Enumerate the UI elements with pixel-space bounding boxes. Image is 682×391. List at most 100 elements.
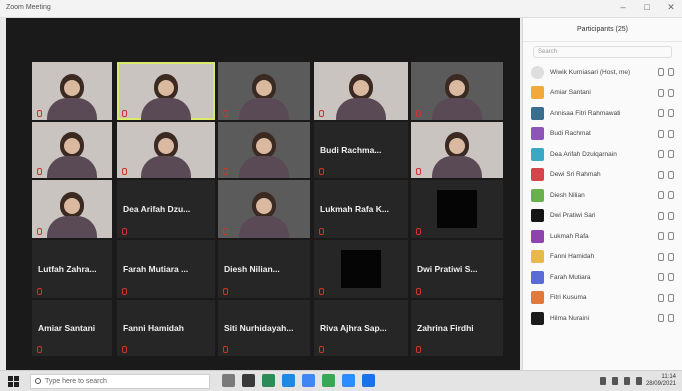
camera-icon[interactable] bbox=[668, 293, 674, 302]
mic-icon[interactable] bbox=[658, 293, 664, 302]
muted-mic-icon bbox=[416, 110, 421, 117]
close-icon[interactable]: ✕ bbox=[664, 2, 678, 13]
name-tile[interactable]: Amiar Santani bbox=[32, 300, 112, 356]
participant-search-input[interactable]: Search bbox=[533, 46, 672, 58]
muted-mic-icon bbox=[223, 288, 228, 295]
name-tile[interactable]: Farah Mutiara ... bbox=[117, 240, 215, 298]
taskbar-app-icon[interactable] bbox=[362, 374, 375, 387]
camera-icon[interactable] bbox=[668, 129, 674, 138]
tray-icon[interactable] bbox=[600, 377, 606, 385]
participant-row[interactable]: Hilma Nuraini bbox=[523, 308, 682, 329]
mic-icon[interactable] bbox=[658, 88, 664, 97]
name-tile[interactable]: Dwi Pratiwi S... bbox=[411, 240, 503, 298]
taskbar: Type here to search 11:14 28/09/2021 bbox=[0, 370, 682, 391]
camera-icon[interactable] bbox=[668, 88, 674, 97]
video-tile[interactable] bbox=[218, 62, 310, 120]
mic-icon[interactable] bbox=[658, 68, 664, 77]
video-tile[interactable] bbox=[117, 122, 215, 178]
participant-name: Amiar Santani bbox=[38, 323, 96, 333]
name-tile[interactable]: Diesh Nilian... bbox=[218, 240, 310, 298]
participant-video bbox=[47, 74, 97, 120]
participant-row[interactable]: Lukmah Rafa bbox=[523, 226, 682, 247]
camera-icon[interactable] bbox=[668, 252, 674, 261]
mic-icon[interactable] bbox=[658, 314, 664, 323]
taskbar-app-icon[interactable] bbox=[242, 374, 255, 387]
camera-icon[interactable] bbox=[668, 68, 674, 77]
muted-mic-icon bbox=[223, 228, 228, 235]
app-window: Zoom Meeting – □ ✕ Budi Rachma... Dea Ari… bbox=[0, 0, 682, 391]
mic-icon[interactable] bbox=[658, 273, 664, 282]
mic-icon[interactable] bbox=[658, 129, 664, 138]
participant-row[interactable]: Annisaa Fitri Rahmawati bbox=[523, 103, 682, 124]
participant-row[interactable]: Budi Rachmat bbox=[523, 124, 682, 145]
camera-icon[interactable] bbox=[668, 211, 674, 220]
video-tile[interactable] bbox=[314, 62, 408, 120]
taskbar-app-icon[interactable] bbox=[322, 374, 335, 387]
participant-row[interactable]: Wiwik Kurniasari (Host, me) bbox=[523, 62, 682, 83]
taskbar-app-icon[interactable] bbox=[302, 374, 315, 387]
minimize-icon[interactable]: – bbox=[616, 2, 630, 13]
camera-icon[interactable] bbox=[668, 170, 674, 179]
avatar bbox=[531, 86, 544, 100]
taskbar-app-icon[interactable] bbox=[222, 374, 235, 387]
name-tile[interactable]: Budi Rachma... bbox=[314, 122, 408, 178]
participant-row[interactable]: Farah Mutiara bbox=[523, 267, 682, 288]
avatar bbox=[531, 188, 544, 202]
participant-video bbox=[432, 132, 482, 178]
volume-icon[interactable] bbox=[624, 377, 630, 385]
system-tray bbox=[600, 377, 642, 385]
name-tile[interactable]: Riva Ajhra Sap... bbox=[314, 300, 408, 356]
mic-icon[interactable] bbox=[658, 191, 664, 200]
participant-row[interactable]: Diesh Nilian bbox=[523, 185, 682, 206]
video-tile[interactable] bbox=[218, 122, 310, 178]
notification-icon[interactable] bbox=[636, 377, 642, 385]
video-tile[interactable] bbox=[411, 180, 503, 238]
name-tile[interactable]: Lukmah Rafa K... bbox=[314, 180, 408, 238]
name-tile[interactable]: Siti Nurhidayah... bbox=[218, 300, 310, 356]
participant-row[interactable]: Dea Arifah Dzulqarnain bbox=[523, 144, 682, 165]
mic-icon[interactable] bbox=[658, 109, 664, 118]
camera-icon[interactable] bbox=[668, 232, 674, 241]
muted-mic-icon bbox=[37, 228, 42, 235]
taskbar-search-input[interactable]: Type here to search bbox=[30, 374, 210, 389]
taskbar-app-icon[interactable] bbox=[342, 374, 355, 387]
participant-row[interactable]: Dewi Sri Rahmah bbox=[523, 165, 682, 186]
participant-name: Farah Mutiara ... bbox=[123, 264, 189, 274]
camera-icon[interactable] bbox=[668, 273, 674, 282]
windows-start-icon[interactable] bbox=[8, 376, 19, 387]
mic-icon[interactable] bbox=[658, 232, 664, 241]
clock[interactable]: 11:14 28/09/2021 bbox=[646, 374, 676, 388]
mic-icon[interactable] bbox=[658, 252, 664, 261]
video-tile[interactable] bbox=[117, 62, 215, 120]
mic-icon[interactable] bbox=[658, 150, 664, 159]
taskbar-app-icon[interactable] bbox=[262, 374, 275, 387]
camera-icon[interactable] bbox=[668, 150, 674, 159]
video-tile[interactable] bbox=[32, 62, 112, 120]
participant-row[interactable]: Fanni Hamidah bbox=[523, 247, 682, 268]
video-tile[interactable] bbox=[411, 62, 503, 120]
name-tile[interactable]: Lutfah Zahra... bbox=[32, 240, 112, 298]
camera-off-video bbox=[341, 250, 381, 288]
camera-icon[interactable] bbox=[668, 314, 674, 323]
taskbar-app-icon[interactable] bbox=[282, 374, 295, 387]
video-tile[interactable] bbox=[218, 180, 310, 238]
video-tile[interactable] bbox=[32, 180, 112, 238]
participant-row[interactable]: Amiar Santani bbox=[523, 83, 682, 104]
participant-row[interactable]: Fitri Kusuma bbox=[523, 288, 682, 309]
video-tile[interactable] bbox=[411, 122, 503, 178]
mic-icon[interactable] bbox=[658, 211, 664, 220]
name-tile[interactable]: Zahrina Firdhi bbox=[411, 300, 503, 356]
network-icon[interactable] bbox=[612, 377, 618, 385]
video-tile[interactable] bbox=[314, 240, 408, 298]
participant-video bbox=[47, 192, 97, 238]
name-tile[interactable]: Dea Arifah Dzu... bbox=[117, 180, 215, 238]
participant-row[interactable]: Dwi Pratiwi Sari bbox=[523, 206, 682, 227]
participant-status-icons bbox=[658, 88, 674, 97]
video-tile[interactable] bbox=[32, 122, 112, 178]
maximize-icon[interactable]: □ bbox=[640, 2, 654, 13]
muted-mic-icon bbox=[319, 288, 324, 295]
mic-icon[interactable] bbox=[658, 170, 664, 179]
camera-icon[interactable] bbox=[668, 109, 674, 118]
camera-icon[interactable] bbox=[668, 191, 674, 200]
name-tile[interactable]: Fanni Hamidah bbox=[117, 300, 215, 356]
